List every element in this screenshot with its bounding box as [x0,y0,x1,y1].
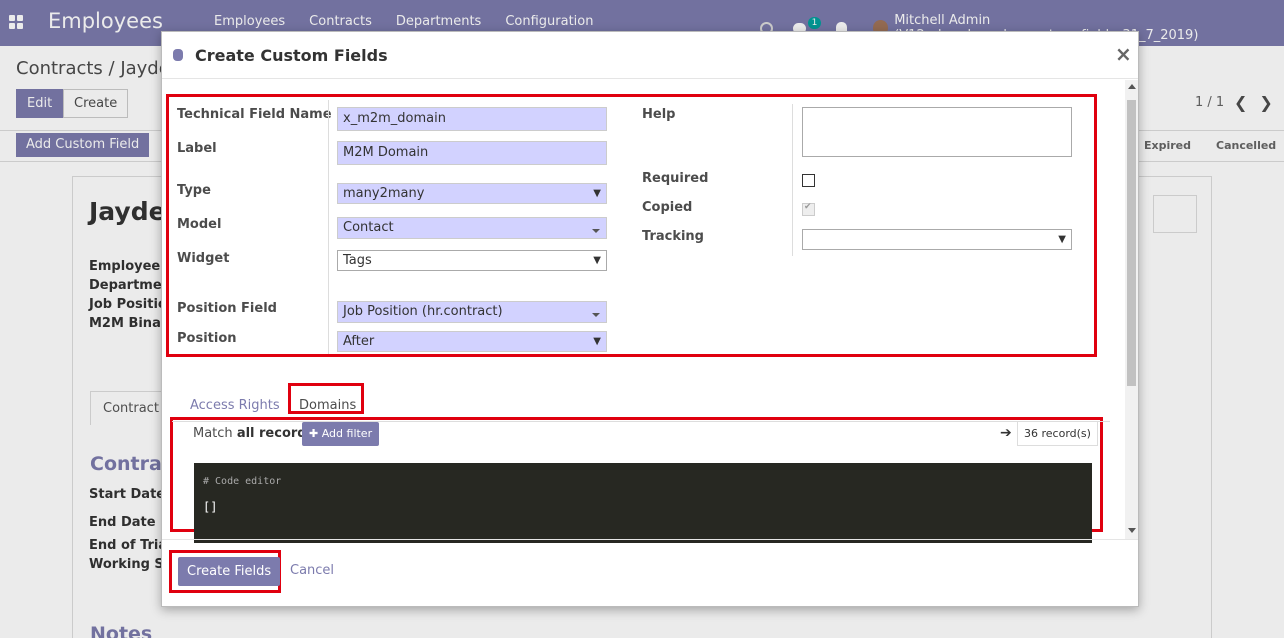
create-fields-button[interactable]: Create Fields [178,557,281,586]
footer-divider [162,539,1138,540]
code-value: [] [203,500,218,514]
modal-header: Create Custom Fields × [162,32,1138,79]
records-count-button[interactable]: 36 record(s) [1017,421,1098,446]
domain-match-text: Match all records [193,426,314,441]
arrow-right-icon[interactable]: ➔ [1000,425,1012,441]
create-custom-fields-dialog: Create Custom Fields × Technical Field N… [161,31,1139,607]
match-prefix: Match [193,426,233,441]
modal-scrollbar[interactable] [1125,80,1138,540]
close-icon[interactable]: × [1115,42,1132,66]
cancel-button[interactable]: Cancel [290,563,334,578]
highlight-fields-box [166,94,1097,357]
bug-icon [173,49,183,61]
scroll-down-icon[interactable] [1128,528,1136,533]
tab-domains[interactable]: Domains [299,398,356,413]
add-filter-label: Add filter [321,427,373,440]
code-editor[interactable]: # Code editor [] [194,463,1092,543]
tab-access-rights[interactable]: Access Rights [190,398,280,413]
add-filter-button[interactable]: ✚ Add filter [302,422,380,446]
plus-icon: ✚ [309,427,319,440]
modal-title: Create Custom Fields [195,46,388,65]
scroll-up-icon[interactable] [1128,84,1136,89]
code-comment: # Code editor [203,476,282,487]
scroll-thumb[interactable] [1127,100,1136,386]
